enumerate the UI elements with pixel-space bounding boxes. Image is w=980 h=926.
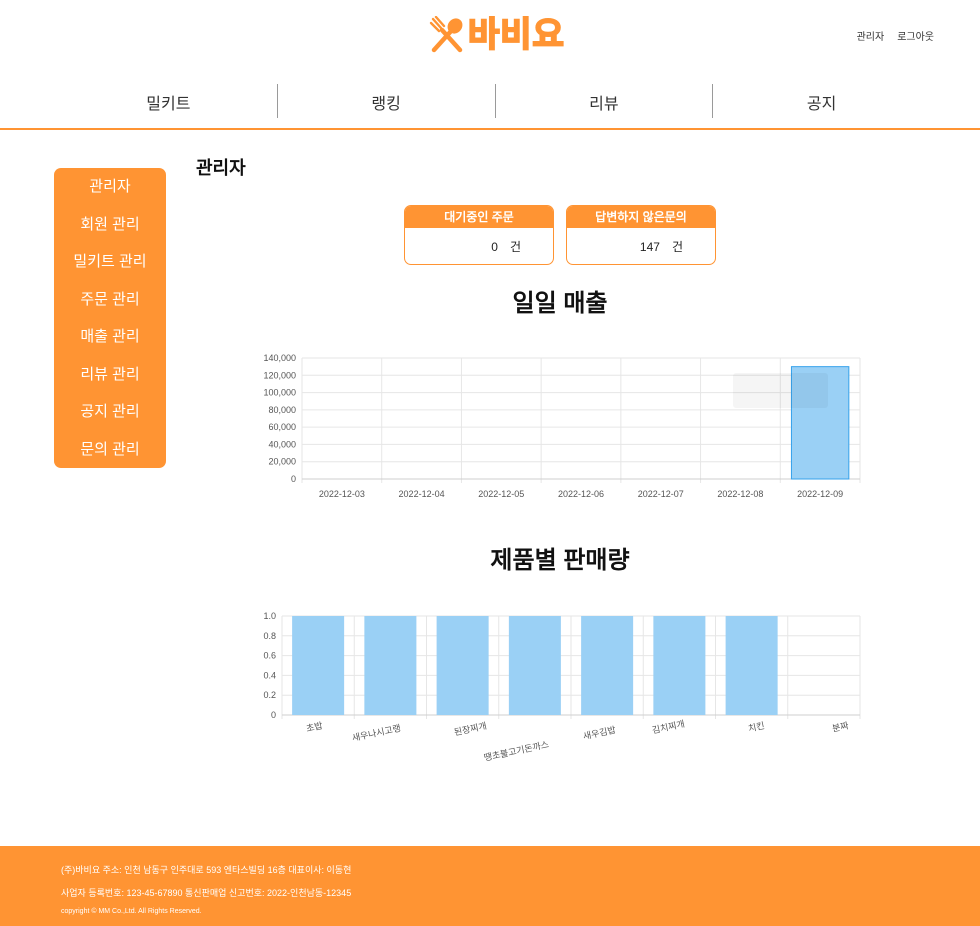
top-links: 관리자 로그아웃 bbox=[857, 28, 934, 43]
y-tick-label: 0.6 bbox=[263, 651, 276, 661]
logo[interactable]: 바비요 bbox=[428, 14, 582, 56]
y-tick-label: 100,000 bbox=[263, 388, 296, 398]
sidebar-item-notices[interactable]: 공지 관리 bbox=[54, 401, 166, 439]
footer-company-info: (주)바비요 주소: 인천 남동구 인주대로 593 엔타스빌딩 16층 대표이… bbox=[61, 865, 352, 875]
bar bbox=[725, 616, 778, 715]
x-tick-label: 분짜 bbox=[831, 720, 850, 733]
nav-item-ranking[interactable]: 랭킹 bbox=[278, 84, 495, 120]
bar bbox=[292, 616, 345, 715]
bar bbox=[436, 616, 489, 715]
pending-orders-card[interactable]: 대기중인 주문 0 건 bbox=[404, 205, 554, 265]
card-body: 0 건 bbox=[405, 228, 553, 264]
x-tick-label: 초밥 bbox=[305, 720, 323, 733]
x-tick-label: 2022-12-05 bbox=[478, 489, 524, 499]
admin-link[interactable]: 관리자 bbox=[857, 28, 885, 43]
bar bbox=[364, 616, 417, 715]
nav-item-notice[interactable]: 공지 bbox=[713, 84, 930, 120]
sidebar-item-members[interactable]: 회원 관리 bbox=[54, 214, 166, 252]
y-tick-label: 60,000 bbox=[268, 422, 296, 432]
x-tick-label: 2022-12-07 bbox=[638, 489, 684, 499]
y-tick-label: 20,000 bbox=[268, 457, 296, 467]
x-tick-label: 땡초불고기돈까스 bbox=[483, 739, 550, 763]
footer-registration-info: 사업자 등록번호: 123-45-67890 통신판매업 신고번호: 2022-… bbox=[61, 888, 352, 898]
x-tick-label: 치킨 bbox=[747, 719, 765, 733]
sidebar-item-sales[interactable]: 매출 관리 bbox=[54, 326, 166, 364]
tooltip-shadow bbox=[733, 373, 828, 408]
x-tick-label: 2022-12-09 bbox=[797, 489, 843, 499]
sidebar-item-reviews[interactable]: 리뷰 관리 bbox=[54, 364, 166, 402]
sidebar-item-admin[interactable]: 관리자 bbox=[54, 176, 166, 214]
unanswered-inquiries-card[interactable]: 답변하지 않은문의 147 건 bbox=[566, 205, 716, 265]
bar bbox=[508, 616, 561, 715]
y-tick-label: 40,000 bbox=[268, 439, 296, 449]
fork-spoon-icon bbox=[429, 16, 463, 53]
x-tick-label: 2022-12-04 bbox=[399, 489, 445, 499]
card-unit: 건 bbox=[509, 240, 521, 254]
nav-underline bbox=[0, 128, 980, 130]
nav-item-mealkit[interactable]: 밀키트 bbox=[60, 84, 277, 120]
card-body: 147 건 bbox=[567, 228, 715, 264]
x-tick-label: 2022-12-06 bbox=[558, 489, 604, 499]
product-sales-title: 제품별 판매량 bbox=[490, 547, 630, 574]
y-tick-label: 0.2 bbox=[263, 690, 276, 700]
bar bbox=[581, 616, 634, 715]
card-value: 147 bbox=[639, 239, 660, 254]
daily-sales-title: 일일 매출 bbox=[512, 290, 608, 317]
y-tick-label: 0.8 bbox=[263, 631, 276, 641]
card-label: 대기중인 주문 bbox=[405, 206, 553, 228]
x-tick-label: 2022-12-08 bbox=[717, 489, 763, 499]
y-tick-label: 120,000 bbox=[263, 370, 296, 380]
y-tick-label: 80,000 bbox=[268, 405, 296, 415]
y-tick-label: 1.0 bbox=[263, 611, 276, 621]
card-unit: 건 bbox=[671, 240, 683, 254]
daily-sales-chart[interactable]: 140,000 120,000 100,000 80,000 60,000 40,000 2… bbox=[250, 345, 870, 510]
x-tick-label: 된장찌개 bbox=[453, 720, 488, 738]
product-sales-chart[interactable]: 1.0 0.8 0.6 0.4 0.2 0 초밥 새우나시고랭 된장찌개땡초불고기돈까스 새우김밥… bbox=[250, 604, 870, 764]
y-tick-label: 0 bbox=[291, 474, 296, 484]
admin-sidebar: 관리자 회원 관리 밀키트 관리 주문 관리 매출 관리 리뷰 관리 공지 관리… bbox=[54, 168, 166, 468]
footer-copyright: copyright © MM Co.,Ltd. All Rights Reser… bbox=[61, 908, 202, 915]
y-tick-label: 0 bbox=[271, 710, 276, 720]
x-tick-label: 새우나시고랭 bbox=[351, 723, 402, 743]
logout-link[interactable]: 로그아웃 bbox=[897, 28, 934, 43]
card-value: 0 bbox=[491, 239, 498, 254]
logo-text: 바비요 bbox=[467, 14, 565, 56]
bar bbox=[653, 616, 706, 715]
sidebar-item-inquiries[interactable]: 문의 관리 bbox=[54, 439, 166, 477]
x-tick-label: 새우김밥 bbox=[582, 724, 617, 742]
main-nav: 밀키트 랭킹 리뷰 공지 bbox=[60, 84, 930, 120]
nav-item-review[interactable]: 리뷰 bbox=[496, 84, 713, 120]
footer: (주)바비요 주소: 인천 남동구 인주대로 593 엔타스빌딩 16층 대표이… bbox=[0, 846, 980, 926]
y-tick-label: 0.4 bbox=[263, 670, 276, 680]
card-label: 답변하지 않은문의 bbox=[567, 206, 715, 228]
x-tick-label: 김치찌개 bbox=[651, 718, 686, 736]
y-tick-label: 140,000 bbox=[263, 353, 296, 363]
x-tick-label: 2022-12-03 bbox=[319, 489, 365, 499]
page-title: 관리자 bbox=[196, 158, 246, 178]
